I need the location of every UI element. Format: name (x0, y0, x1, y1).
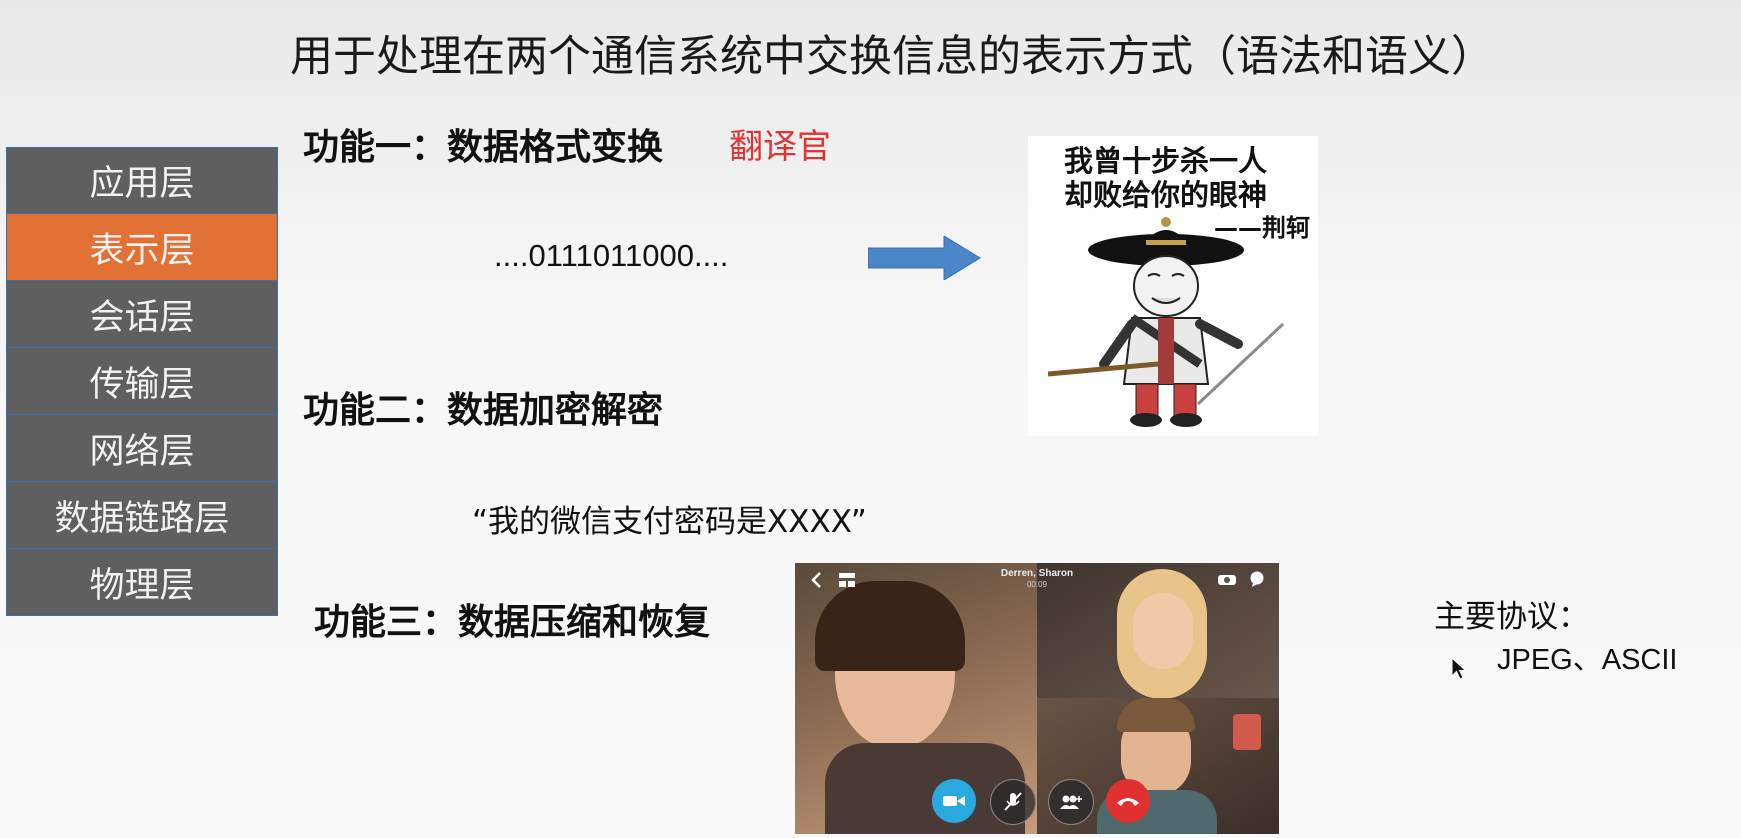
protocols-title: 主要协议： (1434, 599, 1589, 635)
meme-image: 我曾十步杀一人 却败给你的眼神 ——荆轲 (1028, 136, 1318, 436)
chat-icon[interactable] (1249, 571, 1265, 587)
mute-button[interactable] (990, 779, 1036, 825)
arrow-right-icon (868, 236, 981, 280)
video-camera-button[interactable] (932, 779, 976, 823)
layer-physical[interactable]: 物理层 (6, 549, 278, 616)
mute-mic-icon (1004, 792, 1022, 811)
layer-presentation[interactable]: 表示层 (6, 214, 278, 281)
function-1-label: 功能一：数据格式变换 (303, 127, 664, 168)
layer-session[interactable]: 会话层 (6, 281, 278, 348)
hang-up-button[interactable] (1106, 779, 1150, 823)
add-people-button[interactable] (1048, 779, 1094, 825)
osi-layer-list: 应用层 表示层 会话层 传输层 网络层 数据链路层 物理层 (6, 147, 278, 616)
call-duration: 00:09 (1026, 580, 1048, 589)
slide-title: 用于处理在两个通信系统中交换信息的表示方式（语法和语义） (290, 32, 1494, 82)
switch-camera-icon[interactable] (1217, 572, 1237, 586)
hang-up-icon (1117, 798, 1139, 806)
layer-transport[interactable]: 传输层 (6, 348, 278, 415)
binary-example: ....0111011000.... (494, 238, 729, 273)
mouse-cursor-icon (1451, 657, 1467, 680)
layer-network[interactable]: 网络层 (6, 415, 278, 482)
function-3-label: 功能三：数据压缩和恢复 (314, 602, 711, 643)
layer-data-link[interactable]: 数据链路层 (6, 482, 278, 549)
call-participants: Derren, Sharon (1000, 568, 1074, 579)
protocols-values: JPEG、ASCII (1497, 644, 1678, 676)
add-people-icon (1060, 795, 1082, 809)
video-call-screenshot: Derren, Sharon 00:09 (795, 563, 1279, 834)
function-1-note: 翻译官 (729, 127, 831, 167)
function-2-label: 功能二：数据加密解密 (303, 390, 664, 431)
quote-example: “我的微信支付密码是XXXX” (472, 504, 867, 540)
video-camera-icon (943, 796, 965, 806)
cartoon-warrior-illustration (1048, 217, 1285, 427)
layer-application[interactable]: 应用层 (6, 147, 278, 214)
